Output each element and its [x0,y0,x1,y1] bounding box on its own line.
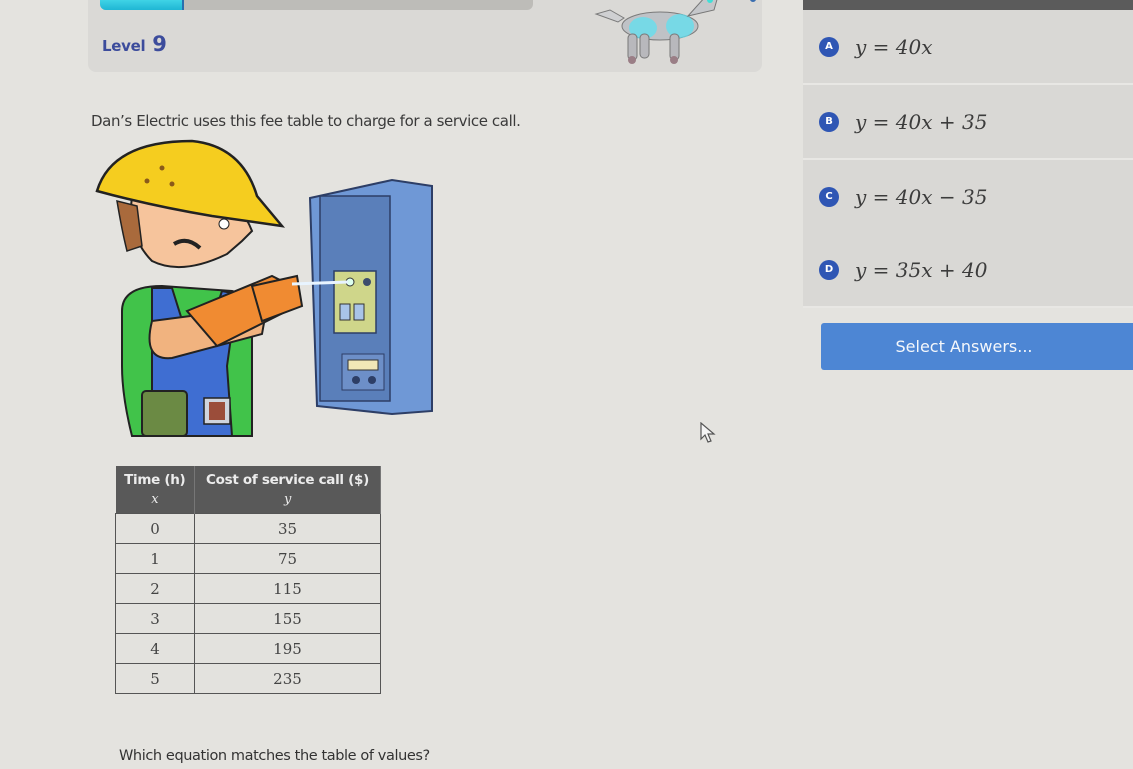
answer-equation: y = 40x [855,34,933,59]
time-cell: 2 [115,573,195,604]
answer-letter-badge: D [819,259,839,280]
answer-option-a[interactable]: A y = 40x [803,10,1133,85]
question-text: Which equation matches the table of valu… [119,748,430,764]
robot-dog-icon [594,0,718,64]
cost-cell: 155 [194,603,381,634]
cost-cell: 115 [194,573,381,604]
electrician-illustration [95,139,433,437]
electrical-panel-icon [308,178,433,416]
level-card: Level 9 [88,0,762,72]
column-variable-x: x [115,490,195,514]
time-cell: 5 [115,663,195,694]
time-cell: 4 [115,633,195,664]
orb-icon [750,0,756,2]
time-cell: 3 [115,603,195,634]
time-cell: 1 [115,543,195,574]
answer-option-b[interactable]: B y = 40x + 35 [803,85,1133,160]
column-variable-y: y [194,490,381,514]
table-header-row: Time (h) Cost of service call ($) [115,466,381,490]
level-text: Level [102,37,146,55]
answer-letter-badge: B [819,111,839,132]
problem-intro: Dan’s Electric uses this fee table to ch… [91,112,521,130]
cost-cell: 235 [194,663,381,694]
table-row: 0 35 [115,513,381,544]
table-row: 2 115 [115,573,381,604]
answer-option-d[interactable]: D y = 35x + 40 [803,233,1133,308]
answer-equation: y = 40x − 35 [855,184,988,209]
cost-cell: 195 [194,633,381,664]
mouse-pointer-icon [700,422,716,443]
table-row: 3 155 [115,603,381,634]
answer-option-c[interactable]: C y = 40x − 35 [803,160,1133,235]
column-header-cost: Cost of service call ($) [194,466,381,490]
table-row: 1 75 [115,543,381,574]
table-row: 4 195 [115,633,381,664]
cost-cell: 35 [194,513,381,544]
time-cell: 0 [115,513,195,544]
fee-table: Time (h) Cost of service call ($) x y 0 … [115,466,381,694]
cost-cell: 75 [194,543,381,574]
answer-letter-badge: C [819,186,839,207]
answer-equation: y = 35x + 40 [855,257,988,282]
column-header-time: Time (h) [115,466,195,490]
answer-letter-badge: A [819,36,839,57]
level-progress-bar [100,0,533,10]
table-row: 5 235 [115,663,381,694]
level-progress-fill [100,0,185,10]
answers-header-strip [803,0,1133,10]
answer-equation: y = 40x + 35 [855,109,988,134]
select-answers-button[interactable]: Select Answers... [821,323,1133,370]
table-variable-row: x y [115,490,381,514]
level-label: Level 9 [102,32,167,56]
level-number: 9 [152,32,167,56]
